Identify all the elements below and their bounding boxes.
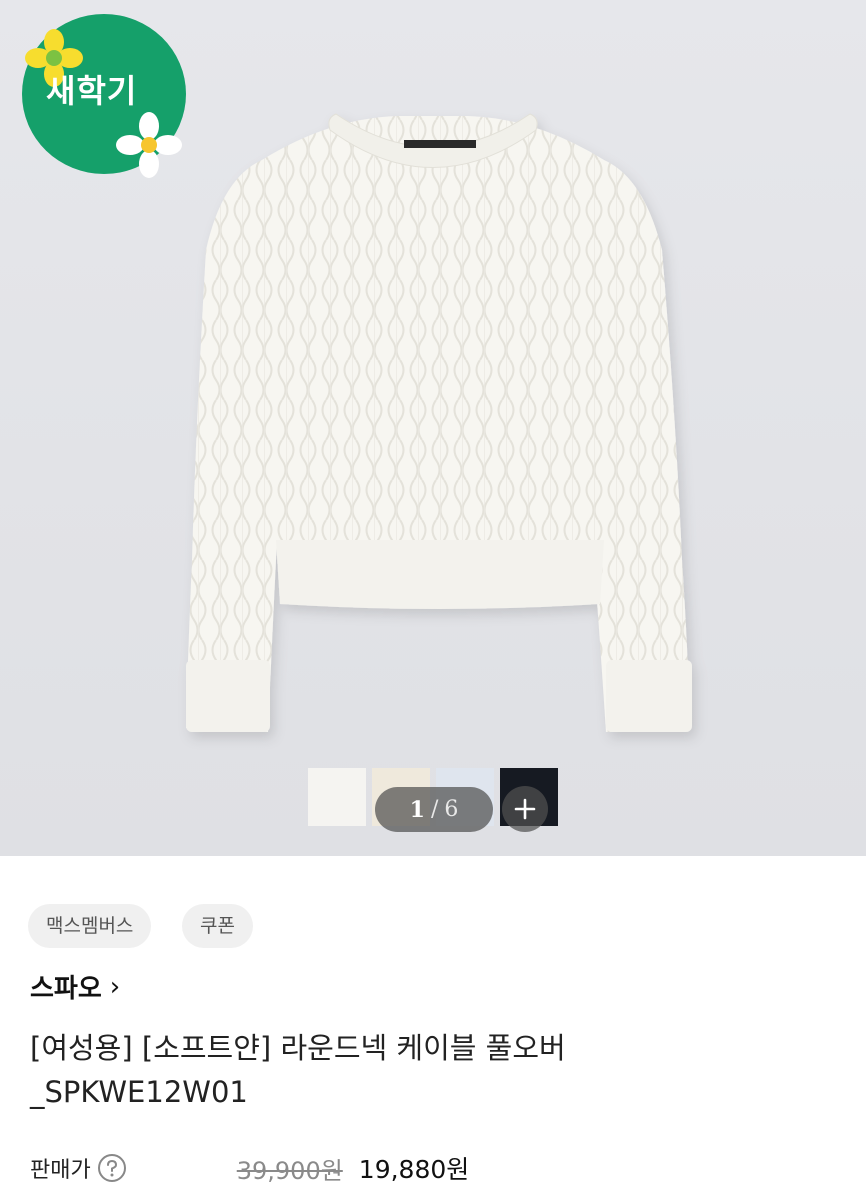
brand-name: 스파오	[30, 974, 102, 1004]
flower-icon	[116, 112, 182, 178]
image-counter-total: 6	[444, 797, 459, 822]
image-counter-separator: /	[430, 797, 439, 822]
chevron-right-icon: ›	[109, 971, 121, 1002]
chip-coupon[interactable]: 쿠폰	[182, 904, 253, 948]
product-title-line1: [여성용] [소프트얀] 라운드넥 케이블 풀오버	[30, 1031, 566, 1065]
image-counter: 1 / 6	[375, 787, 493, 832]
chip-max-members[interactable]: 맥스멤버스	[28, 904, 152, 948]
product-info: 맥스멤버스 쿠폰 스파오 › [여성용] [소프트얀] 라운드넥 케이블 풀오버…	[0, 856, 866, 1200]
brand-link[interactable]: 스파오 ›	[30, 968, 120, 1005]
product-title-line2: _SPKWE12W01	[30, 1075, 248, 1109]
price-row: 판매가 39,900원 19,880원	[30, 1146, 469, 1190]
original-price: 39,900원	[236, 1156, 343, 1185]
help-icon[interactable]	[97, 1153, 127, 1183]
event-badge[interactable]: 새학기	[22, 14, 186, 178]
image-counter-current: 1	[409, 796, 425, 823]
sale-price: 19,880원	[358, 1155, 470, 1184]
product-gallery[interactable]: 새학기 1 / 6	[0, 0, 866, 856]
more-colors-button[interactable]	[502, 786, 548, 832]
plus-icon	[514, 798, 536, 820]
color-swatch-ivory[interactable]	[308, 768, 366, 826]
product-title: [여성용] [소프트얀] 라운드넥 케이블 풀오버 _SPKWE12W01	[30, 1026, 830, 1114]
event-badge-label: 새학기	[46, 72, 138, 110]
price-label: 판매가	[30, 1158, 91, 1183]
